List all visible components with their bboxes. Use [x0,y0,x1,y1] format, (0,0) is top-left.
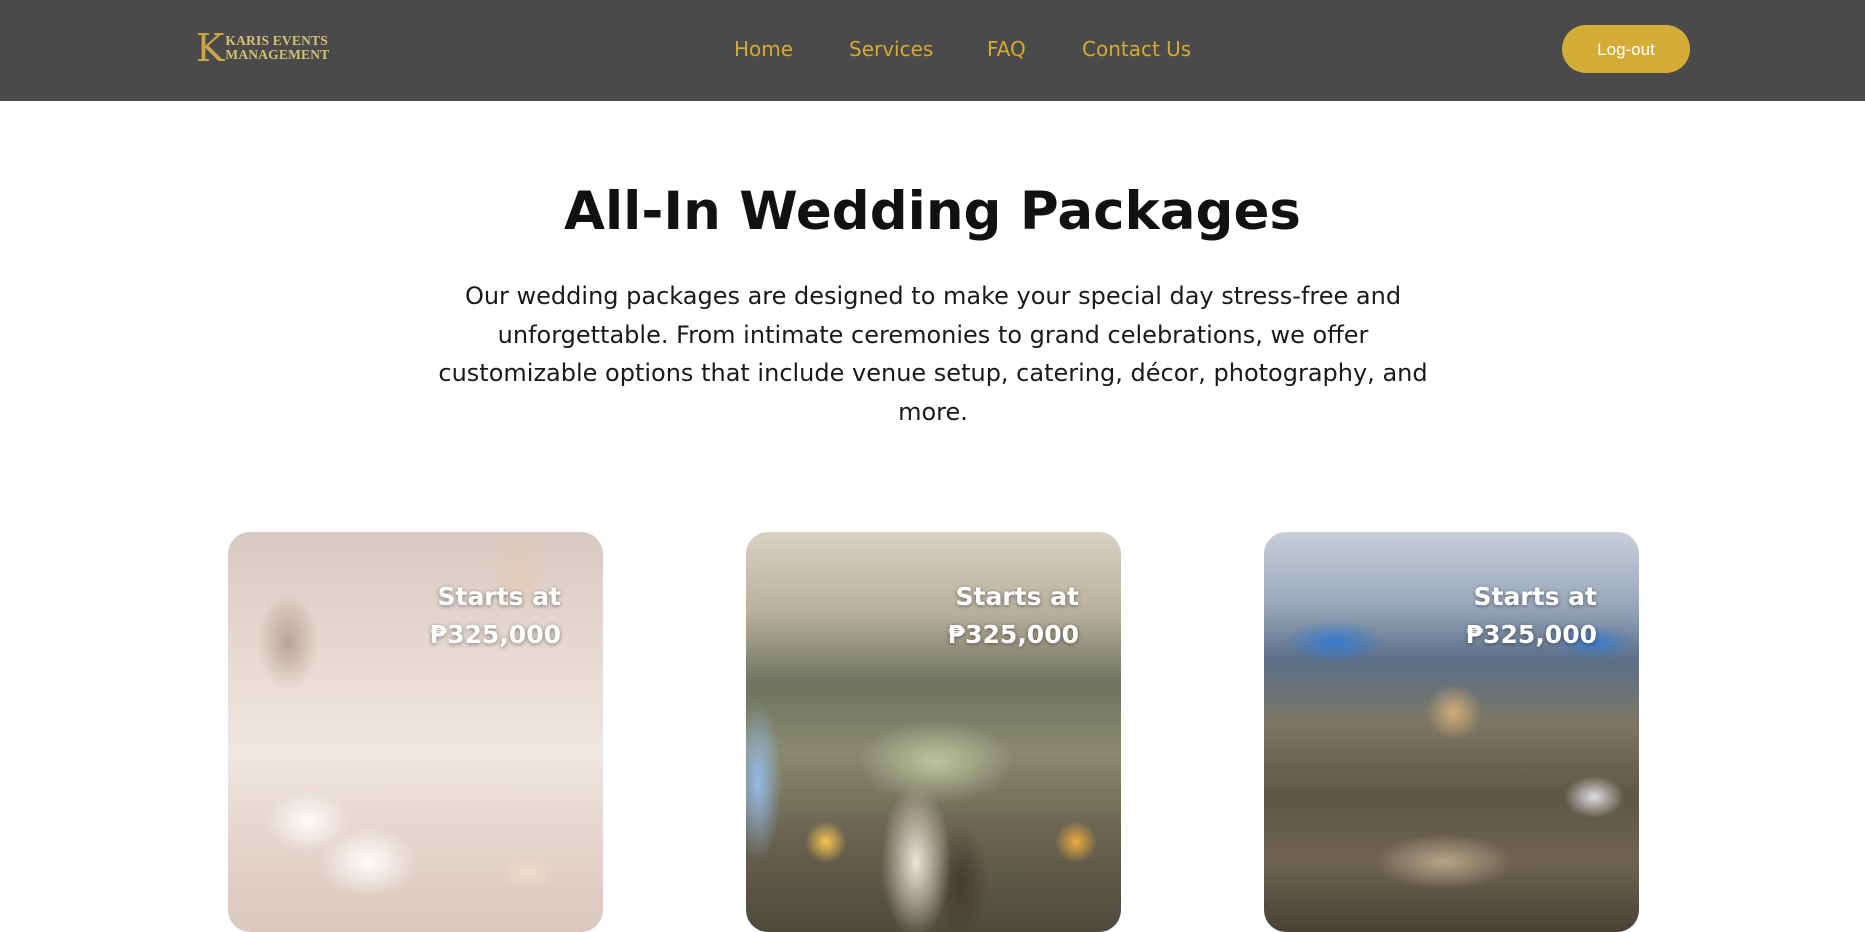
price-value: ₱325,000 [1465,620,1597,649]
logout-button[interactable]: Log-out [1562,25,1690,73]
package-price: Starts at ₱325,000 [948,578,1079,654]
price-label: Starts at [1473,582,1597,611]
navbar: K KARIS EVENTS MANAGEMENT Home Services … [0,0,1865,101]
page-description: Our wedding packages are designed to mak… [438,282,1428,426]
nav-link-services[interactable]: Services [849,37,933,61]
price-value: ₱325,000 [429,620,561,649]
page-title: All-In Wedding Packages [564,181,1301,242]
package-card-2[interactable]: Starts at ₱325,000 [746,532,1121,932]
price-label: Starts at [955,582,1079,611]
nav-link-contact-us[interactable]: Contact Us [1082,37,1191,61]
nav-link-home[interactable]: Home [734,37,793,61]
package-price: Starts at ₱325,000 [430,578,561,654]
nav-link-faq[interactable]: FAQ [987,37,1026,61]
package-price: Starts at ₱325,000 [1466,578,1597,654]
price-label: Starts at [437,582,561,611]
price-value: ₱325,000 [947,620,1079,649]
package-card-1[interactable]: Starts at ₱325,000 [228,532,603,932]
package-card-3[interactable]: Starts at ₱325,000 [1264,532,1639,932]
